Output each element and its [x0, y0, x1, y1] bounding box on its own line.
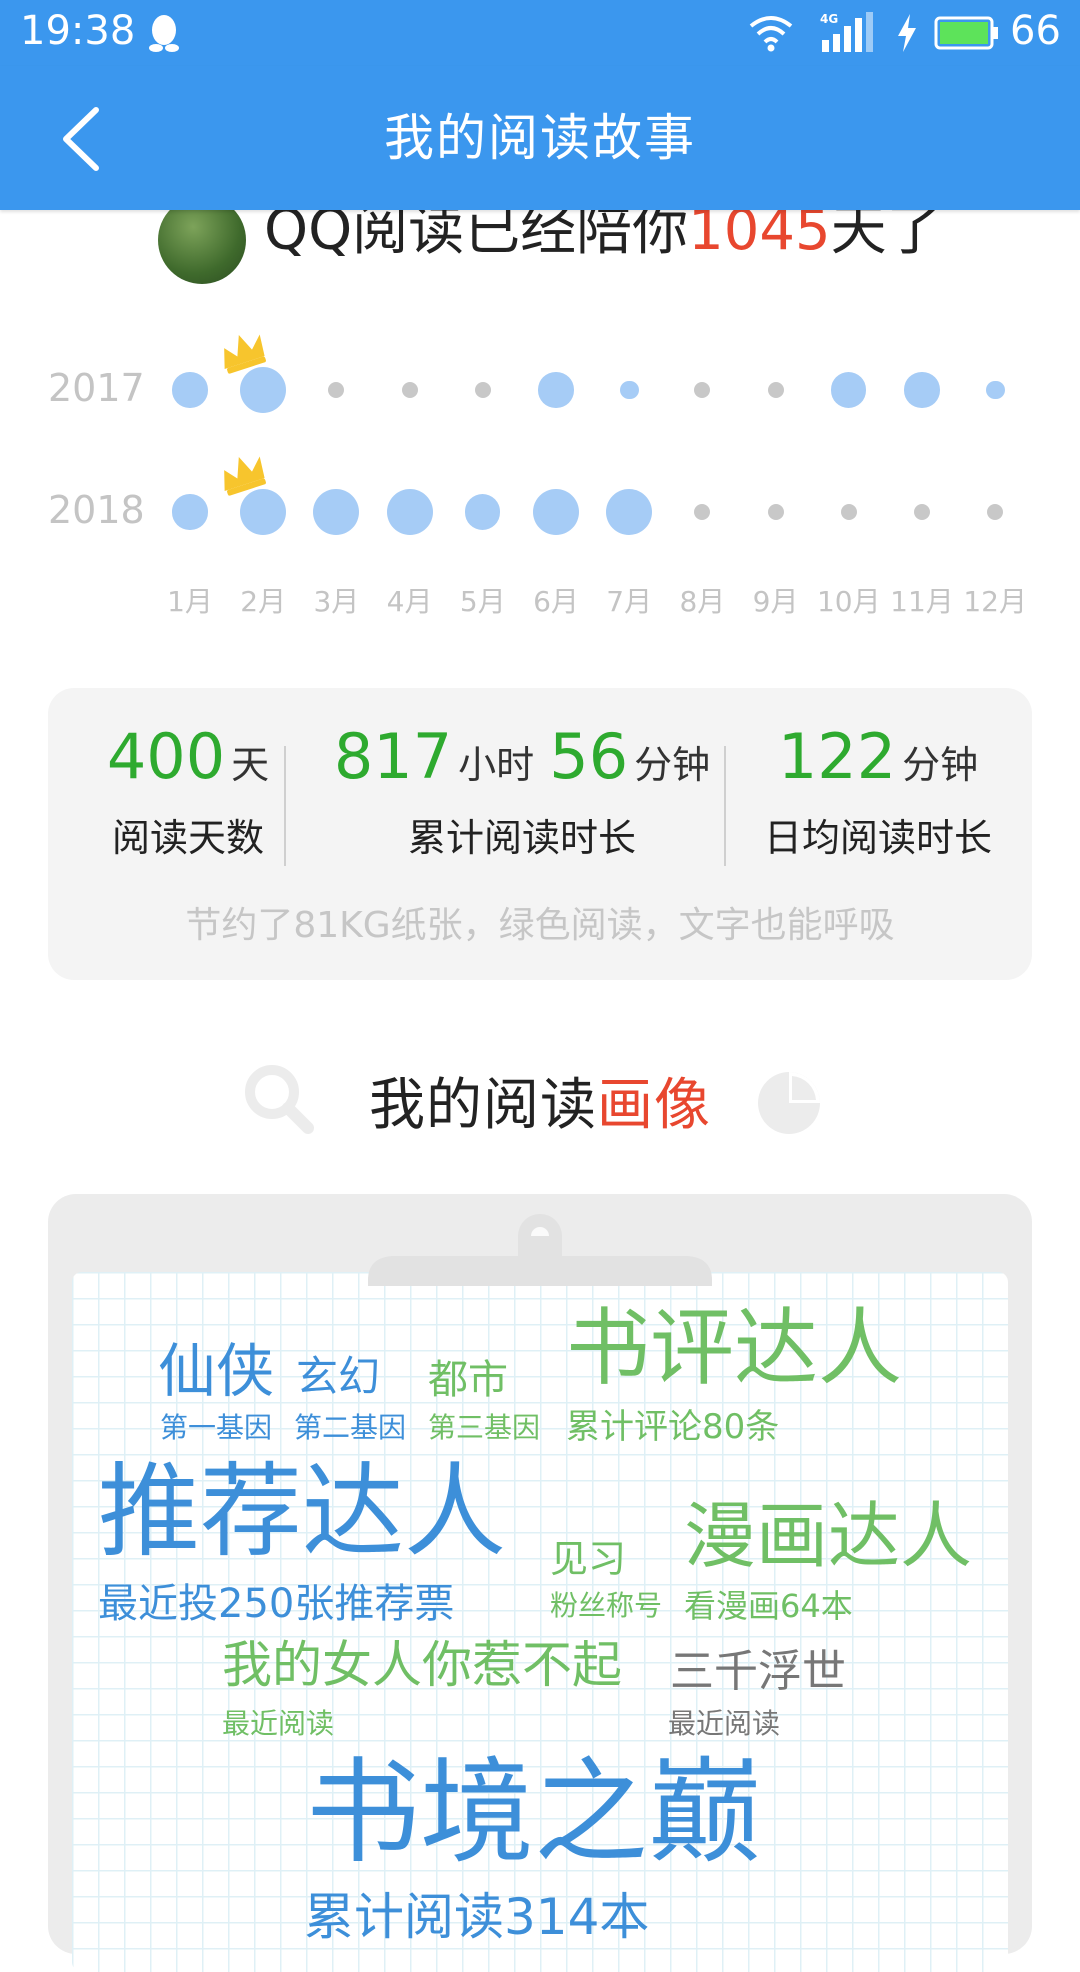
stat-reading-days: 400 天 阅读天数: [88, 720, 288, 862]
page-title: 我的阅读故事: [384, 109, 696, 167]
status-bar: 19:38 4G 66: [0, 0, 1080, 66]
daily-avg-label: 日均阅读时长: [763, 816, 992, 860]
total-minutes-value: 56: [549, 720, 629, 793]
tag-gene3[interactable]: 都市: [428, 1360, 508, 1400]
reading-days-value: 400: [106, 720, 226, 793]
month-label: 10月: [816, 585, 881, 618]
signal-icon: [822, 12, 873, 52]
tag-recent-book-2-sub: 最近阅读: [668, 1707, 781, 1740]
tag-gene2-sub: 第二基因: [294, 1411, 407, 1444]
stat-total-time: 817 小时 56 分钟 累计阅读时长: [312, 720, 732, 862]
activity-dot: [767, 503, 784, 521]
tag-reviewer-sub: 累计评论80条: [566, 1407, 780, 1447]
month-label: 7月: [606, 585, 653, 618]
battery-level: 66: [1010, 8, 1061, 54]
total-time-label: 累计阅读时长: [407, 816, 636, 860]
activity-dot: [474, 381, 491, 399]
month-label: 4月: [386, 585, 433, 618]
section-title: 我的阅读画像: [0, 1060, 1080, 1141]
back-arrow-icon[interactable]: [52, 104, 112, 174]
month-label: 11月: [890, 585, 954, 618]
tag-fan-title[interactable]: 见习: [550, 1540, 626, 1578]
total-hours-unit: 小时: [458, 743, 535, 787]
tag-gene2[interactable]: 玄幻: [296, 1356, 380, 1398]
activity-dot: [619, 380, 639, 400]
month-label: 5月: [459, 585, 506, 618]
tag-peak-sub: 累计阅读314本: [304, 1888, 650, 1946]
daily-avg-value: 122: [777, 720, 897, 793]
activity-dot: [401, 381, 418, 399]
activity-dot: [985, 380, 1005, 400]
tag-peak[interactable]: 书境之巅: [306, 1756, 762, 1870]
year-label: 2017: [48, 366, 145, 410]
crown-icon: [224, 456, 267, 496]
reading-days-unit: 天: [231, 743, 270, 787]
reading-calendar: 2017 2018 1月 2月 3月 4月 5月 6月 7月 8月 9月 10月 11月 12月: [0, 320, 1080, 630]
activity-dot: [386, 489, 433, 535]
pie-chart-icon: [758, 1072, 820, 1134]
activity-dot: [328, 381, 345, 399]
activity-dot: [840, 503, 857, 521]
activity-dot: [767, 381, 784, 399]
tag-comic[interactable]: 漫画达人: [684, 1500, 972, 1572]
wifi-icon: [749, 16, 793, 52]
section-title-prefix: 我的阅读: [369, 1073, 597, 1138]
month-label: 9月: [752, 585, 799, 618]
stats-divider: [724, 746, 726, 866]
status-time: 19:38: [20, 8, 136, 54]
charging-icon: [898, 14, 916, 52]
activity-dot: [533, 489, 579, 535]
reading-days-label: 阅读天数: [111, 816, 264, 860]
qq-icon: [149, 15, 179, 52]
activity-dot: [694, 503, 711, 521]
year-label: 2018: [48, 488, 145, 532]
tag-fan-title-sub: 粉丝称号: [550, 1589, 663, 1622]
activity-dot: [465, 494, 501, 530]
section-title-highlight: 画像: [597, 1073, 711, 1138]
activity-dot: [606, 489, 653, 535]
tag-gene1[interactable]: 仙侠: [158, 1342, 274, 1400]
activity-dot: [913, 503, 931, 521]
activity-dot: [694, 381, 711, 399]
eco-note: 节约了81KG纸张，绿色阅读，文字也能呼吸: [185, 905, 895, 946]
app-header: 我的阅读故事: [0, 66, 1080, 210]
stat-daily-avg: 122 分钟 日均阅读时长: [748, 720, 1008, 862]
tag-recommender-sub: 最近投250张推荐票: [98, 1581, 455, 1627]
activity-dot: [313, 489, 360, 535]
tag-recent-book-1-sub: 最近阅读: [222, 1707, 335, 1740]
tag-gene1-sub: 第一基因: [160, 1411, 273, 1444]
activity-dot: [987, 503, 1004, 521]
month-label: 1月: [167, 585, 213, 618]
tag-comic-sub: 看漫画64本: [684, 1587, 853, 1625]
month-label: 2月: [240, 585, 287, 618]
total-hours-value: 817: [333, 720, 453, 793]
month-label: 8月: [679, 585, 726, 618]
clipboard-clip-icon: [368, 1214, 712, 1286]
activity-dot: [172, 372, 208, 408]
month-label: 3月: [313, 585, 360, 618]
activity-dot: [831, 372, 867, 408]
activity-dot: [538, 372, 574, 408]
activity-dot: [172, 494, 208, 530]
battery-icon: [934, 16, 998, 50]
month-label: 6月: [533, 585, 579, 618]
activity-dot: [904, 372, 940, 408]
tag-recent-book-1[interactable]: 我的女人你惹不起: [222, 1640, 622, 1690]
tag-recommender[interactable]: 推荐达人: [98, 1462, 506, 1564]
tag-reviewer[interactable]: 书评达人: [566, 1306, 902, 1390]
month-label: 12月: [963, 585, 1027, 618]
total-minutes-unit: 分钟: [634, 743, 711, 787]
tag-recent-book-2[interactable]: 三千浮世: [670, 1650, 846, 1694]
stats-card: 400 天 阅读天数 817 小时 56 分钟 累计阅读时长 122 分钟 日均阅读时长…: [48, 688, 1032, 980]
stats-divider: [284, 746, 286, 866]
daily-avg-unit: 分钟: [902, 743, 979, 787]
tag-gene3-sub: 第三基因: [428, 1411, 541, 1444]
crown-icon: [224, 334, 267, 374]
